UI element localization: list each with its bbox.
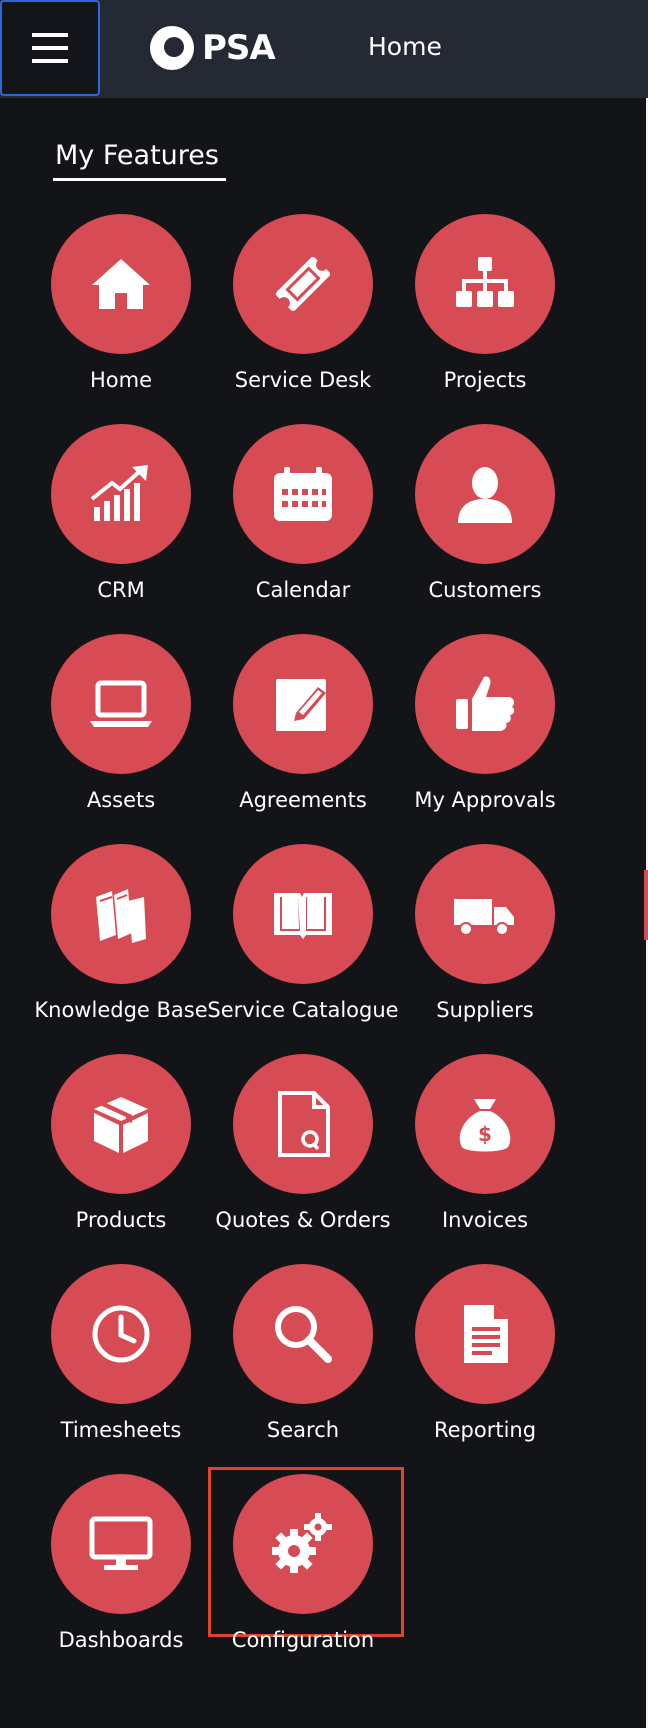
monitor-icon bbox=[89, 1516, 153, 1570]
feature-tile-agreements[interactable]: Agreements bbox=[213, 634, 393, 834]
feature-circle bbox=[415, 424, 555, 564]
feature-circle bbox=[51, 214, 191, 354]
page-title: Home bbox=[368, 32, 442, 61]
feature-circle bbox=[233, 844, 373, 984]
feature-circle bbox=[51, 844, 191, 984]
feature-tile-invoices[interactable]: $ Invoices bbox=[395, 1054, 575, 1254]
feature-circle bbox=[51, 1264, 191, 1404]
edit-document-icon bbox=[276, 679, 326, 731]
section-title-underline bbox=[53, 178, 226, 181]
report-icon bbox=[464, 1305, 508, 1363]
delivery-truck-icon bbox=[454, 899, 514, 936]
feature-tile-my-approvals[interactable]: My Approvals bbox=[395, 634, 575, 834]
feature-tile-assets[interactable]: Assets bbox=[31, 634, 211, 834]
feature-circle bbox=[51, 634, 191, 774]
feature-circle bbox=[233, 1264, 373, 1404]
feature-tile-dashboards[interactable]: Dashboards bbox=[31, 1474, 211, 1674]
hierarchy-icon bbox=[456, 257, 514, 307]
feature-circle bbox=[233, 424, 373, 564]
section-title: My Features bbox=[55, 140, 219, 171]
logo-mark-icon bbox=[150, 26, 194, 70]
feature-tile-home[interactable]: Home bbox=[31, 214, 211, 414]
user-icon bbox=[458, 467, 512, 523]
feature-label: Projects bbox=[443, 368, 527, 392]
laptop-icon bbox=[90, 680, 152, 727]
thumbs-up-icon bbox=[456, 676, 515, 731]
feature-label: Customers bbox=[428, 578, 542, 602]
svg-text:$: $ bbox=[478, 1122, 492, 1146]
feature-circle bbox=[233, 214, 373, 354]
package-icon bbox=[94, 1097, 148, 1153]
books-icon bbox=[96, 889, 146, 943]
feature-tile-knowledge-base[interactable]: Knowledge Base bbox=[31, 844, 211, 1044]
feature-tile-projects[interactable]: Projects bbox=[395, 214, 575, 414]
feature-circle bbox=[415, 1264, 555, 1404]
quote-document-icon bbox=[278, 1091, 330, 1157]
feature-tile-search[interactable]: Search bbox=[213, 1264, 393, 1464]
feature-tile-configuration[interactable]: Configuration bbox=[213, 1474, 393, 1674]
feature-circle bbox=[415, 844, 555, 984]
background-accent bbox=[644, 870, 648, 940]
feature-tile-quotes-orders[interactable]: Quotes & Orders bbox=[213, 1054, 393, 1254]
gears-icon bbox=[272, 1513, 332, 1573]
feature-label: Invoices bbox=[441, 1208, 529, 1232]
home-icon bbox=[92, 259, 150, 309]
feature-label: Reporting bbox=[433, 1418, 537, 1442]
clock-icon bbox=[92, 1305, 150, 1363]
feature-tile-service-desk[interactable]: Service Desk bbox=[213, 214, 393, 414]
open-book-icon bbox=[274, 893, 332, 939]
feature-tile-calendar[interactable]: Calendar bbox=[213, 424, 393, 624]
feature-tile-reporting[interactable]: Reporting bbox=[395, 1264, 575, 1464]
feature-circle bbox=[233, 634, 373, 774]
feature-circle bbox=[233, 1474, 373, 1614]
logo-text: PSA bbox=[202, 28, 276, 68]
feature-label: Configuration bbox=[231, 1628, 375, 1652]
feature-circle bbox=[415, 634, 555, 774]
feature-circle bbox=[415, 214, 555, 354]
hamburger-menu-icon bbox=[32, 33, 68, 63]
features-drawer: My Features Home Service Desk Projects C… bbox=[0, 98, 646, 1728]
feature-label: My Approvals bbox=[414, 788, 556, 812]
money-bag-icon: $ bbox=[459, 1099, 511, 1152]
feature-tile-products[interactable]: Products bbox=[31, 1054, 211, 1254]
feature-circle bbox=[51, 1054, 191, 1194]
ticket-icon bbox=[275, 256, 331, 312]
feature-circle bbox=[233, 1054, 373, 1194]
app-screen: PSA Home My Features Home Service Desk P… bbox=[0, 0, 648, 1728]
feature-circle bbox=[51, 1474, 191, 1614]
feature-tile-timesheets[interactable]: Timesheets bbox=[31, 1264, 211, 1464]
menu-toggle-button[interactable] bbox=[0, 0, 100, 96]
search-icon bbox=[275, 1306, 332, 1363]
feature-tile-service-catalogue[interactable]: Service Catalogue bbox=[207, 844, 399, 1044]
feature-tile-suppliers[interactable]: Suppliers bbox=[395, 844, 575, 1044]
growth-chart-icon bbox=[90, 465, 148, 521]
calendar-icon bbox=[274, 467, 332, 521]
top-bar: PSA Home bbox=[0, 0, 648, 98]
feature-label: Suppliers bbox=[436, 998, 534, 1022]
feature-circle: $ bbox=[415, 1054, 555, 1194]
app-logo[interactable]: PSA bbox=[148, 20, 276, 76]
feature-circle bbox=[51, 424, 191, 564]
feature-tile-crm[interactable]: CRM bbox=[31, 424, 211, 624]
feature-tile-customers[interactable]: Customers bbox=[395, 424, 575, 624]
